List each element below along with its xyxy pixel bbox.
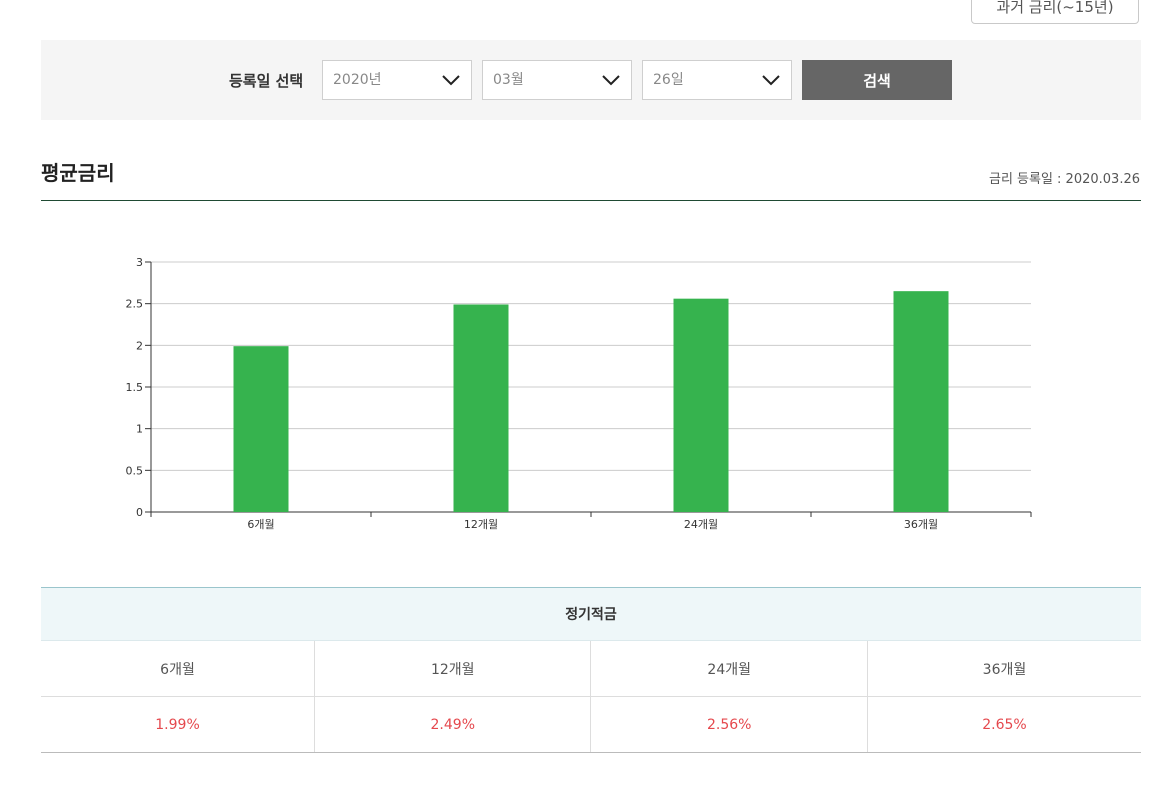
y-tick-label: 0 bbox=[136, 506, 143, 519]
bar bbox=[453, 304, 509, 512]
x-tick-label: 24개월 bbox=[684, 518, 718, 531]
rate-cell: 2.56% bbox=[590, 696, 868, 753]
period-cell: 6개월 bbox=[41, 640, 315, 697]
rate-cell: 2.65% bbox=[866, 696, 1141, 753]
y-tick-label: 1.5 bbox=[126, 381, 144, 394]
period-cell: 12개월 bbox=[314, 640, 591, 697]
table-header-installment-savings: 정기적금 bbox=[41, 587, 1141, 641]
rate-cell: 2.49% bbox=[314, 696, 591, 753]
table-row-rates: 1.99% 2.49% 2.56% 2.65% bbox=[41, 696, 1141, 753]
average-rate-bar-chart: 00.511.522.536개월 12개월 24개월 36개월 bbox=[126, 256, 1032, 531]
x-tick-label: 36개월 bbox=[904, 518, 938, 531]
period-cell: 24개월 bbox=[590, 640, 868, 697]
table-row-periods: 6개월 12개월 24개월 36개월 bbox=[41, 640, 1141, 697]
period-cell: 36개월 bbox=[866, 640, 1141, 697]
x-tick-label: 6개월 bbox=[247, 518, 274, 531]
y-tick-label: 2.5 bbox=[126, 298, 144, 311]
bar bbox=[893, 291, 949, 512]
x-tick-label: 12개월 bbox=[464, 518, 498, 531]
bar bbox=[233, 346, 289, 512]
y-tick-label: 3 bbox=[136, 256, 143, 269]
y-tick-label: 1 bbox=[136, 423, 143, 436]
bar bbox=[673, 298, 729, 512]
y-tick-label: 0.5 bbox=[126, 464, 144, 477]
y-tick-label: 2 bbox=[136, 339, 143, 352]
rate-cell: 1.99% bbox=[41, 696, 315, 753]
rate-table: 정기적금 6개월 12개월 24개월 36개월 1.99% 2.49% 2.56… bbox=[41, 587, 1141, 753]
